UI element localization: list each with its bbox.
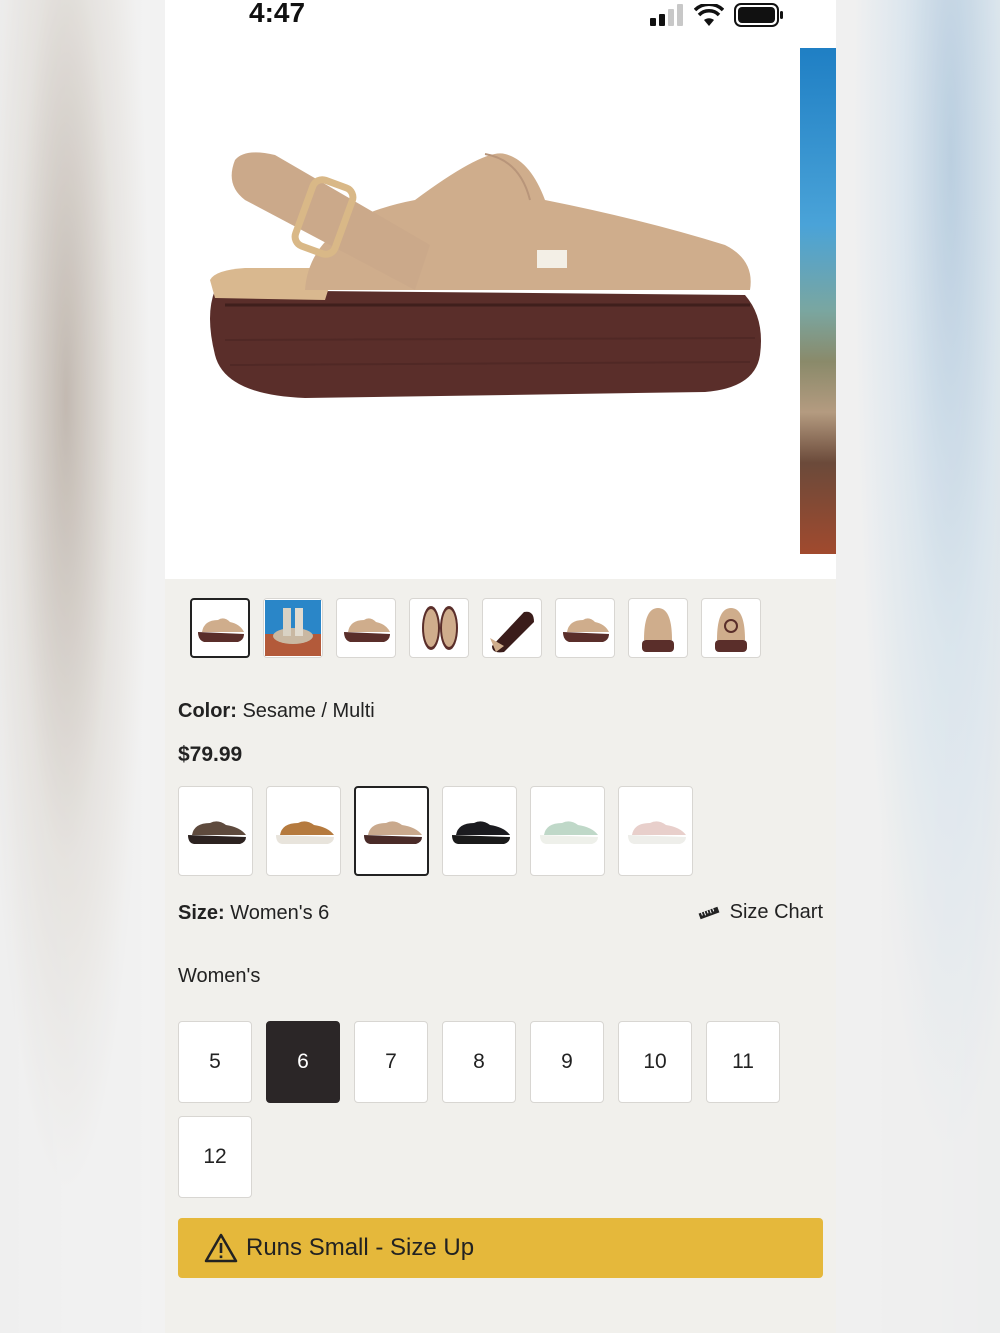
shoe-main-image	[210, 152, 761, 398]
gallery-thumbnail[interactable]	[263, 598, 323, 658]
gallery-thumbnail[interactable]	[336, 598, 396, 658]
fit-alert-banner: Runs Small - Size Up	[178, 1218, 823, 1278]
color-label: Color:	[178, 700, 237, 722]
color-swatch[interactable]	[354, 786, 429, 876]
signal-icon	[650, 4, 683, 26]
size-selection-label: Size: Women's 6	[178, 902, 329, 925]
product-price: $79.99	[178, 743, 243, 766]
status-time: 4:47	[249, 0, 306, 28]
gallery-thumbnail[interactable]	[555, 598, 615, 658]
shoe-thumbnail-image	[265, 600, 321, 656]
swatch-shoe-image	[451, 821, 510, 844]
swatch-shoe-image	[363, 821, 422, 844]
swatch-shoe-image	[275, 821, 334, 844]
color-swatch[interactable]	[530, 786, 605, 876]
gallery-thumbnail[interactable]	[701, 598, 761, 658]
color-swatch[interactable]	[618, 786, 693, 876]
gallery-thumbnail[interactable]	[628, 598, 688, 658]
next-gallery-image-peek[interactable]	[800, 48, 836, 554]
swatch-shoe-image	[627, 821, 686, 844]
size-option-button[interactable]: 5	[178, 1021, 252, 1103]
shoe-thumbnail-image	[642, 608, 674, 652]
product-hero-image[interactable]	[165, 40, 836, 579]
shoe-thumbnail-image	[490, 611, 534, 653]
shoe-thumbnail-image	[344, 618, 390, 642]
status-icons	[650, 3, 784, 27]
size-option-button[interactable]: 11	[706, 1021, 780, 1103]
color-swatch[interactable]	[178, 786, 253, 876]
fit-alert-text: Runs Small - Size Up	[246, 1234, 475, 1261]
gallery-thumbnail[interactable]	[190, 598, 250, 658]
color-value: Sesame / Multi	[242, 700, 375, 722]
status-bar: 4:47	[165, 0, 836, 40]
size-option-button[interactable]: 7	[354, 1021, 428, 1103]
warning-icon	[204, 1233, 238, 1263]
phone-screen: 4:47 Color: Sesame / Multi $79.99 Size: …	[165, 0, 836, 1333]
size-option-button[interactable]: 10	[618, 1021, 692, 1103]
size-group-label: Women's	[178, 965, 261, 987]
size-option-button[interactable]: 12	[178, 1116, 252, 1198]
gallery-thumbnail[interactable]	[409, 598, 469, 658]
color-swatch[interactable]	[266, 786, 341, 876]
swatch-shoe-image	[187, 821, 246, 844]
gallery-thumbnails	[190, 598, 761, 658]
size-option-button[interactable]: 9	[530, 1021, 604, 1103]
ruler-icon	[698, 906, 720, 919]
shoe-thumbnail-image	[563, 618, 609, 642]
swatch-shoe-image	[539, 821, 598, 844]
color-selection-label: Color: Sesame / Multi	[178, 700, 375, 723]
background-blur-left	[0, 0, 165, 1333]
size-value: Women's 6	[230, 902, 330, 924]
shoe-thumbnail-image	[715, 608, 747, 652]
gallery-thumbnail[interactable]	[482, 598, 542, 658]
size-option-button[interactable]: 8	[442, 1021, 516, 1103]
background-blur-right	[836, 0, 1000, 1333]
size-label: Size:	[178, 902, 225, 924]
shoe-thumbnail-image	[198, 618, 244, 642]
size-option-button[interactable]: 6	[266, 1021, 340, 1103]
size-options: 5 6 7 8 9 10 11 12	[178, 1021, 798, 1198]
size-chart-link[interactable]: Size Chart	[698, 901, 823, 924]
color-swatch[interactable]	[442, 786, 517, 876]
wifi-icon	[694, 4, 724, 26]
color-swatches	[178, 786, 693, 876]
size-chart-label: Size Chart	[729, 901, 823, 923]
shoe-thumbnail-image	[422, 606, 458, 650]
battery-icon	[734, 3, 783, 27]
